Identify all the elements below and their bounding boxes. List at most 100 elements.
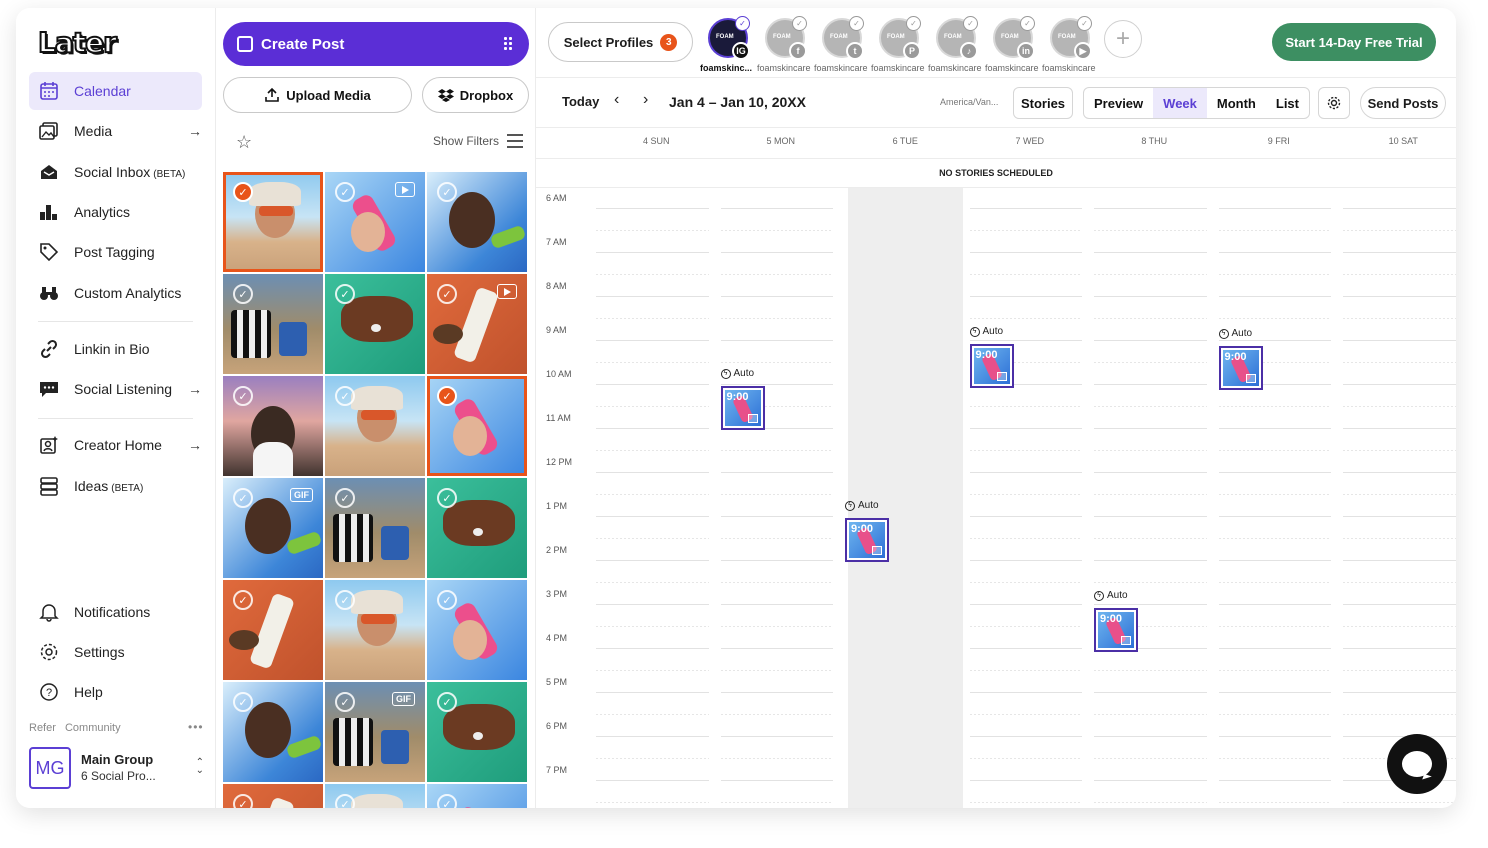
time-slot[interactable]	[720, 472, 833, 473]
time-slot[interactable]	[596, 318, 709, 319]
time-slot[interactable]	[969, 780, 1082, 781]
media-tile[interactable]: ✓ GIF	[325, 682, 425, 782]
time-slot[interactable]	[1094, 560, 1207, 561]
time-slot[interactable]	[720, 758, 833, 759]
time-slot[interactable]	[596, 340, 709, 341]
time-slot[interactable]	[1218, 428, 1331, 429]
time-slot[interactable]	[969, 736, 1082, 737]
chat-button[interactable]	[1387, 734, 1447, 794]
time-slot[interactable]	[969, 296, 1082, 297]
time-slot[interactable]	[1218, 494, 1331, 495]
time-slot[interactable]	[596, 252, 709, 253]
dropbox-button[interactable]: Dropbox	[422, 77, 529, 113]
media-tile[interactable]: ✓	[427, 478, 527, 578]
refer-link[interactable]: Refer	[29, 722, 56, 734]
chevron-left-icon[interactable]: ‹	[614, 91, 619, 109]
media-tile[interactable]: ✓	[427, 580, 527, 680]
time-slot[interactable]	[720, 384, 833, 385]
time-slot[interactable]	[969, 472, 1082, 473]
time-slot[interactable]	[1343, 802, 1456, 803]
time-slot[interactable]	[1094, 428, 1207, 429]
time-slot[interactable]	[596, 472, 709, 473]
time-slot[interactable]	[1218, 780, 1331, 781]
time-slot[interactable]	[969, 648, 1082, 649]
time-slot[interactable]	[1218, 560, 1331, 561]
time-slot[interactable]	[720, 626, 833, 627]
media-tile[interactable]: ✓	[223, 274, 323, 374]
time-slot[interactable]	[1094, 362, 1207, 363]
time-slot[interactable]	[596, 516, 709, 517]
media-tile[interactable]: ✓	[325, 274, 425, 374]
sidebar-item-linkin-in-bio[interactable]: Linkin in Bio	[29, 330, 202, 368]
checkmark-icon[interactable]: ✓	[437, 692, 457, 712]
time-slot[interactable]	[596, 582, 709, 583]
time-slot[interactable]	[596, 208, 709, 209]
checkmark-icon[interactable]: ✓	[335, 386, 355, 406]
time-slot[interactable]	[1343, 626, 1456, 627]
time-slot[interactable]	[1094, 274, 1207, 275]
media-tile[interactable]: ✓	[325, 172, 425, 272]
timezone-label[interactable]: America/Van...	[940, 97, 998, 107]
create-post-button[interactable]: Create Post	[223, 22, 529, 66]
star-icon[interactable]: ☆	[236, 132, 252, 153]
calendar-settings-button[interactable]	[1318, 87, 1350, 119]
scheduled-post[interactable]: 9:00	[720, 386, 765, 430]
time-slot[interactable]	[720, 318, 833, 319]
time-slot[interactable]	[1343, 384, 1456, 385]
time-slot[interactable]	[1343, 714, 1456, 715]
time-slot[interactable]	[1218, 802, 1331, 803]
view-preview-button[interactable]: Preview	[1084, 88, 1153, 118]
time-slot[interactable]	[969, 340, 1082, 341]
time-slot[interactable]	[596, 538, 709, 539]
media-tile[interactable]: ✓	[427, 682, 527, 782]
time-slot[interactable]	[969, 252, 1082, 253]
scheduled-post[interactable]: 9:00	[1218, 346, 1263, 391]
time-slot[interactable]	[1218, 538, 1331, 539]
time-slot[interactable]	[1343, 274, 1456, 275]
time-slot[interactable]	[1343, 340, 1456, 341]
time-slot[interactable]	[1094, 604, 1207, 605]
scheduled-post[interactable]: 9:00	[845, 518, 889, 562]
time-slot[interactable]	[1218, 582, 1331, 583]
time-slot[interactable]	[1094, 472, 1207, 473]
time-slot[interactable]	[596, 758, 709, 759]
media-tile[interactable]: ✓	[223, 376, 323, 476]
time-slot[interactable]	[1218, 472, 1331, 473]
time-slot[interactable]	[1343, 516, 1456, 517]
checkmark-icon[interactable]: ✓	[437, 386, 457, 406]
time-slot[interactable]	[1094, 252, 1207, 253]
time-slot[interactable]	[1094, 670, 1207, 671]
scheduled-post[interactable]: 9:00	[1094, 608, 1138, 653]
checkmark-icon[interactable]: ✓	[437, 284, 457, 304]
media-tile[interactable]: ✓ GIF	[223, 478, 323, 578]
profile-avatar[interactable]: FOAM ✓ ♪	[936, 16, 978, 60]
time-slot[interactable]	[1343, 406, 1456, 407]
time-slot[interactable]	[720, 670, 833, 671]
time-slot[interactable]	[969, 230, 1082, 231]
time-slot[interactable]	[596, 406, 709, 407]
time-slot[interactable]	[720, 340, 833, 341]
checkmark-icon[interactable]: ✓	[233, 794, 253, 808]
time-slot[interactable]	[969, 450, 1082, 451]
profile-avatar[interactable]: FOAM ✓ ▶	[1050, 16, 1092, 60]
today-button[interactable]: Today	[562, 94, 599, 109]
checkmark-icon[interactable]: ✓	[335, 794, 355, 808]
time-slot[interactable]	[1094, 230, 1207, 231]
media-tile[interactable]: ✓	[223, 172, 323, 272]
time-slot[interactable]	[969, 406, 1082, 407]
upload-media-button[interactable]: Upload Media	[223, 77, 412, 113]
checkmark-icon[interactable]: ✓	[233, 488, 253, 508]
time-slot[interactable]	[1218, 604, 1331, 605]
time-slot[interactable]	[1343, 736, 1456, 737]
time-slot[interactable]	[596, 692, 709, 693]
time-slot[interactable]	[1094, 340, 1207, 341]
time-slot[interactable]	[720, 648, 833, 649]
time-slot[interactable]	[1343, 450, 1456, 451]
time-slot[interactable]	[1094, 516, 1207, 517]
time-slot[interactable]	[596, 780, 709, 781]
sidebar-item-ideas[interactable]: Ideas (BETA)	[29, 467, 202, 505]
time-slot[interactable]	[1094, 296, 1207, 297]
time-slot[interactable]	[1094, 582, 1207, 583]
show-filters-button[interactable]: Show Filters	[433, 134, 523, 148]
time-slot[interactable]	[720, 362, 833, 363]
